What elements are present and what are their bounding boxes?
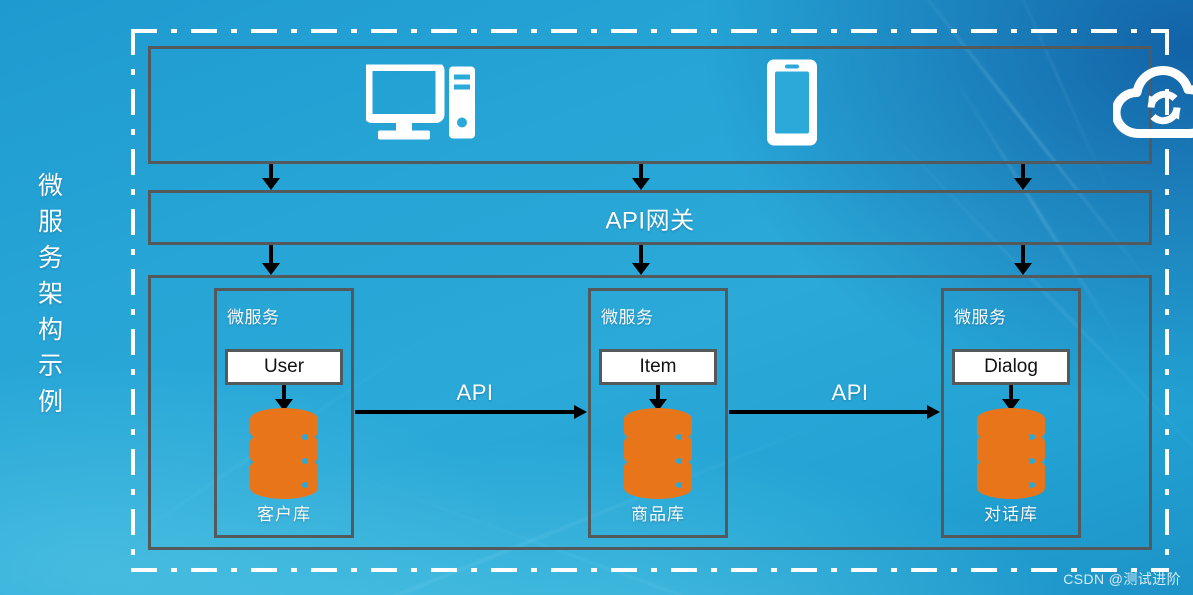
microservice-title: 微服务 [227,308,280,327]
diagram-side-caption: 微服务架构示例 [37,172,64,416]
database-cylinder-icon [974,406,1048,505]
arrow-item-to-dialog [729,405,940,419]
cloud-sync-icon [1111,66,1193,145]
microservice-title: 微服务 [601,308,654,327]
arrow-gateway-to-services [262,245,280,275]
microservice-box-user: 微服务 User 客户库 [214,288,354,538]
diagram-canvas: 微服务架构示例 API网关 微服务 User 客户库 微服务 Item 商品库 … [0,0,1193,595]
api-gateway-panel: API网关 [148,190,1152,245]
microservice-box-dialog: 微服务 Dialog 对话库 [941,288,1081,538]
api-gateway-label: API网关 [605,207,695,234]
microservice-box-item: 微服务 Item 商品库 [588,288,728,538]
api-connector-label: API [831,380,869,405]
microservice-title: 微服务 [954,308,1007,327]
mobile-phone-icon [765,58,819,153]
database-cylinder-icon [621,406,695,505]
microservice-caption: 对话库 [984,505,1038,524]
microservice-name-box: Item [599,349,717,385]
watermark: CSDN @测试进阶 [1063,571,1181,587]
microservice-name-box: User [225,349,343,385]
microservice-name-box: Dialog [952,349,1070,385]
arrow-clients-to-gateway [632,164,650,190]
frame-edge-bottom [131,568,1169,572]
microservice-caption: 客户库 [257,505,311,524]
desktop-computer-icon [363,62,476,146]
frame-edge-left [131,29,135,572]
arrow-gateway-to-services [1014,245,1032,275]
api-connector-label: API [456,380,494,405]
clients-container [148,46,1193,164]
arrow-clients-to-gateway [262,164,280,190]
frame-edge-top [131,29,1169,33]
arrow-user-to-item [355,405,587,419]
database-cylinder-icon [247,406,321,505]
microservice-caption: 商品库 [631,505,685,524]
arrow-gateway-to-services [632,245,650,275]
arrow-clients-to-gateway [1014,164,1032,190]
